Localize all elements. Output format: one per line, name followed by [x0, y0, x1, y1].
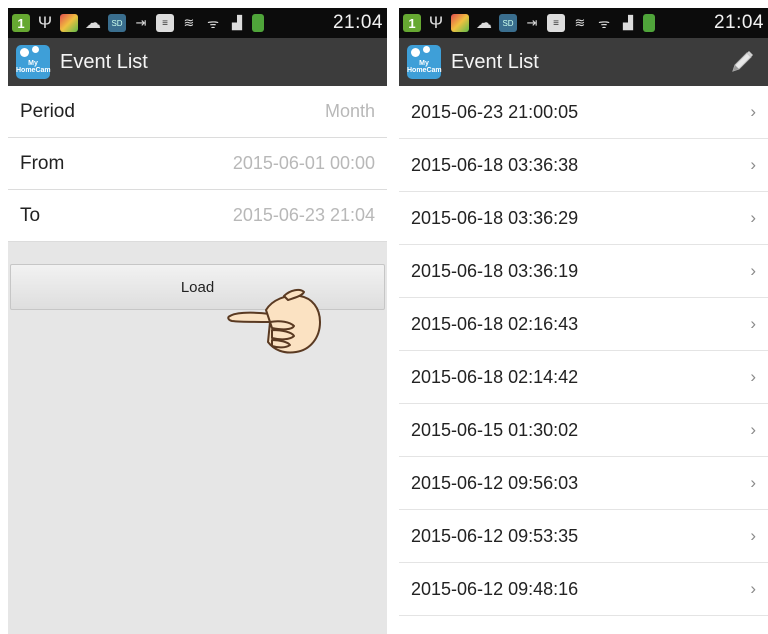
list-item[interactable]: 2015-06-12 09:48:16 › [399, 563, 768, 616]
chevron-right-icon: › [750, 473, 756, 492]
from-label: From [20, 152, 65, 174]
vibrate-icon: ≋ [574, 15, 586, 30]
action-bar: My HomeCam Event List [399, 38, 768, 86]
list-item[interactable]: 2015-06-18 03:36:29 › [399, 192, 768, 245]
app-logo-text: My HomeCam [16, 60, 51, 74]
document-icon: ≡ [156, 14, 174, 32]
event-date: 2015-06-12 09:56:03 [411, 472, 579, 493]
signal-icon: ▟ [623, 15, 633, 30]
chevron-right-icon: › [750, 155, 756, 174]
event-date: 2015-06-12 09:48:16 [411, 578, 579, 599]
right-screen: 1 Ψ ☁ SD ⇥ ≡ ≋ ᯤ ▟ 21:04 My HomeCam Even… [399, 8, 768, 634]
sync-icon: ⇥ [526, 15, 538, 30]
notification-count-icon[interactable]: 1 [12, 14, 30, 32]
chevron-right-icon: › [750, 526, 756, 545]
chevron-right-icon: › [750, 102, 756, 121]
document-icon: ≡ [547, 14, 565, 32]
weather-icon: ☁ [476, 15, 492, 32]
wifi-icon: ᯤ [598, 16, 610, 31]
pencil-icon [732, 51, 753, 72]
to-row[interactable]: To 2015-06-23 21:04 [8, 190, 387, 242]
event-date: 2015-06-18 03:36:29 [411, 207, 579, 228]
sd-card-icon: SD [499, 14, 517, 32]
list-item[interactable]: 2015-06-15 01:30:02 › [399, 404, 768, 457]
status-time: 21:04 [332, 12, 383, 33]
weather-icon: ☁ [85, 15, 101, 32]
to-value[interactable]: 2015-06-23 21:04 [233, 205, 375, 226]
list-item[interactable]: 2015-06-18 02:14:42 › [399, 351, 768, 404]
from-row[interactable]: From 2015-06-01 00:00 [8, 138, 387, 190]
period-value[interactable]: Month [325, 101, 375, 122]
from-value[interactable]: 2015-06-01 00:00 [233, 153, 375, 174]
list-item[interactable]: 2015-06-18 03:36:38 › [399, 139, 768, 192]
signal-icon: ▟ [232, 15, 242, 30]
sync-icon: ⇥ [135, 15, 147, 30]
page-title: Event List [451, 50, 539, 73]
edit-button[interactable] [724, 44, 760, 80]
usb-icon: Ψ [428, 13, 444, 32]
battery-icon [252, 14, 264, 32]
chevron-right-icon: › [750, 420, 756, 439]
app-logo-icon[interactable]: My HomeCam [16, 45, 51, 79]
list-item[interactable]: 2015-06-12 09:56:03 › [399, 457, 768, 510]
notification-count-icon[interactable]: 1 [403, 14, 421, 32]
chevron-right-icon: › [750, 314, 756, 333]
vibrate-icon: ≋ [183, 15, 195, 30]
battery-icon [643, 14, 655, 32]
pointing-hand-icon [227, 288, 321, 354]
event-date: 2015-06-18 02:14:42 [411, 366, 579, 387]
event-date: 2015-06-23 21:00:05 [411, 101, 579, 122]
app-logo-text: My HomeCam [407, 60, 442, 74]
chevron-right-icon: › [750, 208, 756, 227]
status-bar: 1 Ψ ☁ SD ⇥ ≡ ≋ ᯤ ▟ 21:04 [8, 8, 387, 38]
period-row[interactable]: Period Month [8, 86, 387, 138]
status-time: 21:04 [713, 12, 764, 33]
event-date: 2015-06-18 03:36:19 [411, 260, 579, 281]
app-logo-icon[interactable]: My HomeCam [407, 45, 442, 79]
event-list: 2015-06-23 21:00:05 › 2015-06-18 03:36:38… [399, 86, 768, 616]
to-label: To [20, 204, 41, 226]
event-date: 2015-06-18 03:36:38 [411, 154, 579, 175]
load-button-label: Load [180, 278, 215, 296]
chevron-right-icon: › [750, 261, 756, 280]
period-label: Period [20, 100, 75, 122]
usb-icon: Ψ [37, 13, 53, 32]
list-item[interactable]: 2015-06-18 02:16:43 › [399, 298, 768, 351]
event-date: 2015-06-18 02:16:43 [411, 313, 579, 334]
load-button[interactable]: Load [10, 264, 385, 310]
app-notification-icon [451, 14, 469, 32]
status-bar: 1 Ψ ☁ SD ⇥ ≡ ≋ ᯤ ▟ 21:04 [399, 8, 768, 38]
sd-card-icon: SD [108, 14, 126, 32]
left-screen: 1 Ψ ☁ SD ⇥ ≡ ≋ ᯤ ▟ 21:04 My HomeCam Even… [8, 8, 387, 634]
list-item[interactable]: 2015-06-12 09:53:35 › [399, 510, 768, 563]
chevron-right-icon: › [750, 367, 756, 386]
event-date: 2015-06-12 09:53:35 [411, 525, 579, 546]
list-item[interactable]: 2015-06-23 21:00:05 › [399, 86, 768, 139]
list-item[interactable]: 2015-06-18 03:36:19 › [399, 245, 768, 298]
chevron-right-icon: › [750, 579, 756, 598]
page-title: Event List [60, 50, 148, 73]
event-date: 2015-06-15 01:30:02 [411, 419, 579, 440]
wifi-icon: ᯤ [207, 16, 219, 31]
app-notification-icon [60, 14, 78, 32]
action-bar: My HomeCam Event List [8, 38, 387, 86]
